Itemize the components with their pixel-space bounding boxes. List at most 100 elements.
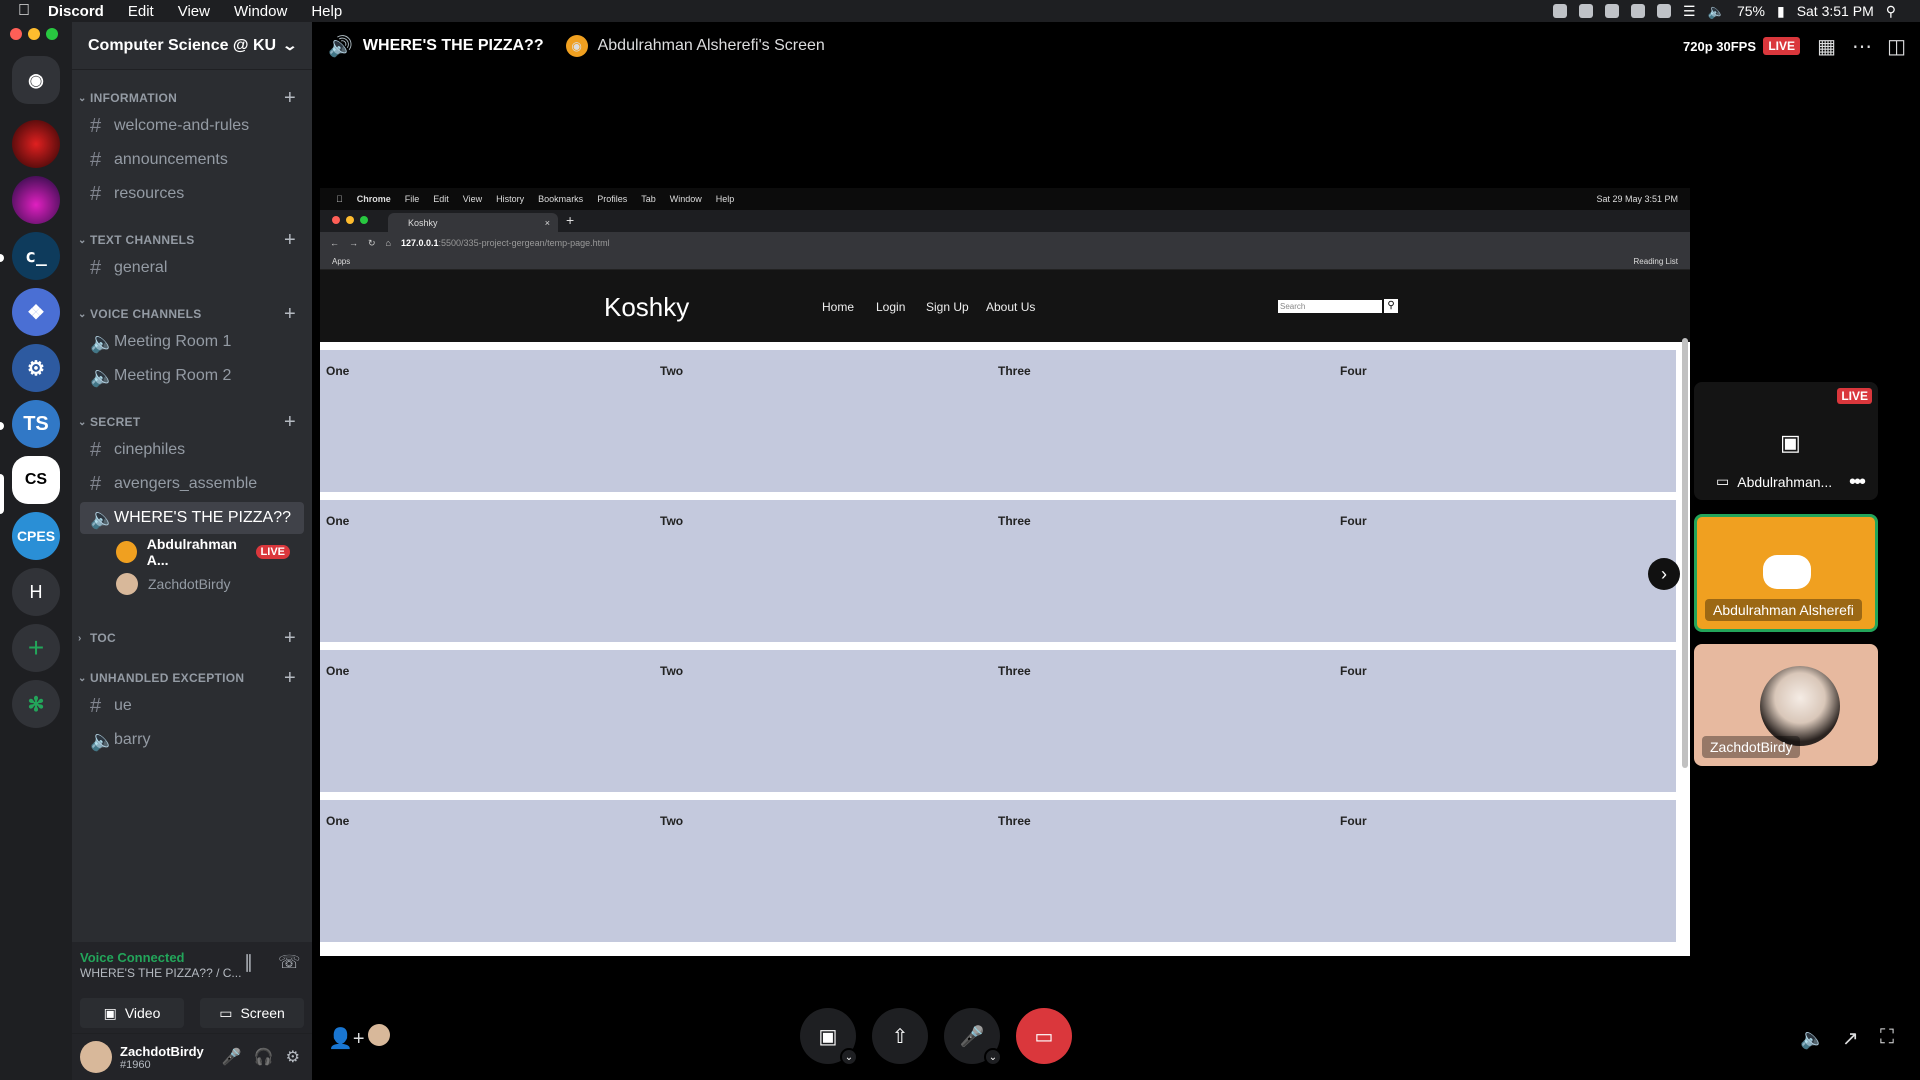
tray-icon[interactable] <box>1656 4 1671 18</box>
compass-icon: ✻ <box>27 693 45 716</box>
tray-icon[interactable] <box>1578 4 1593 18</box>
screen-share-button[interactable]: ⇧ <box>872 1008 928 1064</box>
popout-chat-icon[interactable]: ◫ <box>1887 34 1906 59</box>
menubar-clock[interactable]: Sat 3:51 PM <box>1797 3 1874 19</box>
noise-suppression-icon[interactable]: ∥ <box>244 952 253 973</box>
channel-ue[interactable]: # ue <box>80 690 304 722</box>
voice-channel-path[interactable]: WHERE'S THE PIZZA?? / C... <box>80 966 241 980</box>
tray-icon[interactable] <box>1552 4 1567 18</box>
add-channel-icon[interactable]: + <box>284 411 296 434</box>
apple-icon[interactable]:  <box>18 2 36 20</box>
server-icon-cpes[interactable]: CPES <box>12 512 60 560</box>
shared-screen[interactable]:  Chrome File Edit View History Bookmark… <box>320 188 1690 956</box>
unread-pill <box>0 422 4 430</box>
grid-layout-icon[interactable]: ▦ <box>1817 34 1836 59</box>
headphones-icon[interactable]: 🎧 <box>254 1047 274 1067</box>
discord-home-button[interactable]: ◉ <box>12 56 60 104</box>
channel-cinephiles[interactable]: # cinephiles <box>80 434 304 466</box>
menu-view[interactable]: View <box>178 3 210 20</box>
server-icon-c[interactable]: c_ <box>12 232 60 280</box>
microphone-icon[interactable]: 🎤 <box>222 1047 242 1067</box>
category-unhandled-exception[interactable]: ⌄ UNHANDLED EXCEPTION + <box>72 667 312 690</box>
add-channel-icon[interactable]: + <box>284 87 296 110</box>
channel-welcome-and-rules[interactable]: # welcome-and-rules <box>80 110 304 142</box>
participant-tile-stream[interactable]: LIVE ▣ ▭ Abdulrahman... ••• <box>1694 382 1878 500</box>
server-icon[interactable]: ⚙ <box>12 344 60 392</box>
category-information[interactable]: ⌄ INFORMATION + <box>72 87 312 110</box>
menu-app-discord[interactable]: Discord <box>48 3 104 20</box>
voice-channel-meeting-room-2[interactable]: 🔈 Meeting Room 2 <box>80 360 304 392</box>
voice-user-zachdotbirdy[interactable]: ZachdotBirdy <box>116 570 304 598</box>
add-person-icon[interactable]: 👤+ <box>328 1026 365 1051</box>
channel-general[interactable]: # general <box>80 252 304 284</box>
participant-tile-speaking[interactable]: Abdulrahman Alsherefi <box>1694 514 1878 632</box>
voice-channel-barry[interactable]: 🔈 barry <box>80 724 304 756</box>
voice-user-abdulrahman[interactable]: Abdulrahman A... LIVE <box>116 536 304 568</box>
camera-icon: ▣ <box>818 1025 838 1048</box>
add-channel-icon[interactable]: + <box>284 229 296 252</box>
server-icon-ts[interactable]: TS <box>12 400 60 448</box>
avatar[interactable] <box>368 1024 390 1046</box>
popout-icon[interactable]: ↗ <box>1842 1026 1859 1051</box>
url-host: 127.0.0.1 <box>400 238 439 248</box>
speaker-icon: 🔈 <box>90 507 115 530</box>
participant-tile-user[interactable]: ZachdotBirdy <box>1694 644 1878 766</box>
window-zoom-button[interactable] <box>46 28 58 40</box>
battery-icon: ▮ <box>1776 2 1785 19</box>
menu-window[interactable]: Window <box>234 3 287 20</box>
server-icon-cs[interactable]: CS <box>12 456 60 504</box>
server-icon-h[interactable]: H <box>12 568 60 616</box>
chevron-down-icon[interactable]: ⌄ <box>984 1048 1002 1066</box>
volume-icon[interactable]: 🔈 <box>1800 1026 1825 1051</box>
guild-header[interactable]: Computer Science @ KU ⌄ <box>72 22 312 70</box>
end-stream-button[interactable]: ▭ <box>1016 1008 1072 1064</box>
add-server-button[interactable]: + <box>12 624 60 672</box>
channel-label: avengers_assemble <box>114 475 258 492</box>
window-close-button[interactable] <box>10 28 22 40</box>
voice-channel-meeting-room-1[interactable]: 🔈 Meeting Room 1 <box>80 326 304 358</box>
category-label: INFORMATION <box>90 91 178 105</box>
channel-label: welcome-and-rules <box>114 117 250 134</box>
volume-icon[interactable]: 🔈 <box>1708 3 1725 20</box>
channel-avengers-assemble[interactable]: # avengers_assemble <box>80 468 304 500</box>
settings-gear-icon[interactable]: ⚙ <box>286 1047 300 1067</box>
category-toc[interactable]: › TOC + <box>72 627 312 650</box>
menu-edit[interactable]: Edit <box>128 3 154 20</box>
server-icon-python[interactable]: ❖ <box>12 288 60 336</box>
more-options-icon[interactable]: ••• <box>1849 471 1866 494</box>
disconnect-icon[interactable]: ☏ <box>278 952 301 973</box>
battery-percent[interactable]: 75% <box>1737 3 1765 19</box>
tray-icon[interactable] <box>1630 4 1645 18</box>
more-options-icon[interactable]: ⋯ <box>1852 34 1872 59</box>
end-stream-icon: ▭ <box>1034 1025 1054 1048</box>
explore-servers-button[interactable]: ✻ <box>12 680 60 728</box>
screen-share-button[interactable]: ▭ Screen <box>200 998 304 1028</box>
voice-channel-wheres-the-pizza[interactable]: 🔈 WHERE'S THE PIZZA?? <box>80 502 304 534</box>
add-channel-icon[interactable]: + <box>284 667 296 690</box>
fullscreen-icon[interactable]: ⛶ <box>1880 1026 1894 1049</box>
channel-announcements[interactable]: # announcements <box>80 144 304 176</box>
user-avatar[interactable] <box>80 1041 112 1073</box>
user-info[interactable]: ZachdotBirdy #1960 <box>120 1044 204 1071</box>
category-voice-channels[interactable]: ⌄ VOICE CHANNELS + <box>72 303 312 326</box>
wifi-icon[interactable]: ☰ <box>1683 3 1696 20</box>
menu-help[interactable]: Help <box>311 3 342 20</box>
voice-connected-status[interactable]: Voice Connected <box>80 950 185 965</box>
tray-icon[interactable] <box>1604 4 1619 18</box>
video-button[interactable]: ▣ Video <box>80 998 184 1028</box>
spotlight-search-icon[interactable]: ⚲ <box>1886 3 1896 20</box>
chevron-right-icon[interactable]: › <box>1648 558 1680 590</box>
chevron-down-icon[interactable]: ⌄ <box>840 1048 858 1066</box>
camera-button[interactable]: ▣ ⌄ <box>800 1008 858 1066</box>
add-channel-icon[interactable]: + <box>284 303 296 326</box>
window-minimize-button[interactable] <box>28 28 40 40</box>
category-secret[interactable]: ⌄ SECRET + <box>72 411 312 434</box>
microphone-button[interactable]: 🎤 ⌄ <box>944 1008 1002 1066</box>
username: ZachdotBirdy <box>120 1043 204 1059</box>
add-channel-icon[interactable]: + <box>284 627 296 650</box>
channel-resources[interactable]: # resources <box>80 178 304 210</box>
category-text-channels[interactable]: ⌄ TEXT CHANNELS + <box>72 229 312 252</box>
content-row: One Two Three Four <box>320 350 1676 492</box>
server-icon[interactable] <box>12 176 60 224</box>
server-icon[interactable] <box>12 120 60 168</box>
